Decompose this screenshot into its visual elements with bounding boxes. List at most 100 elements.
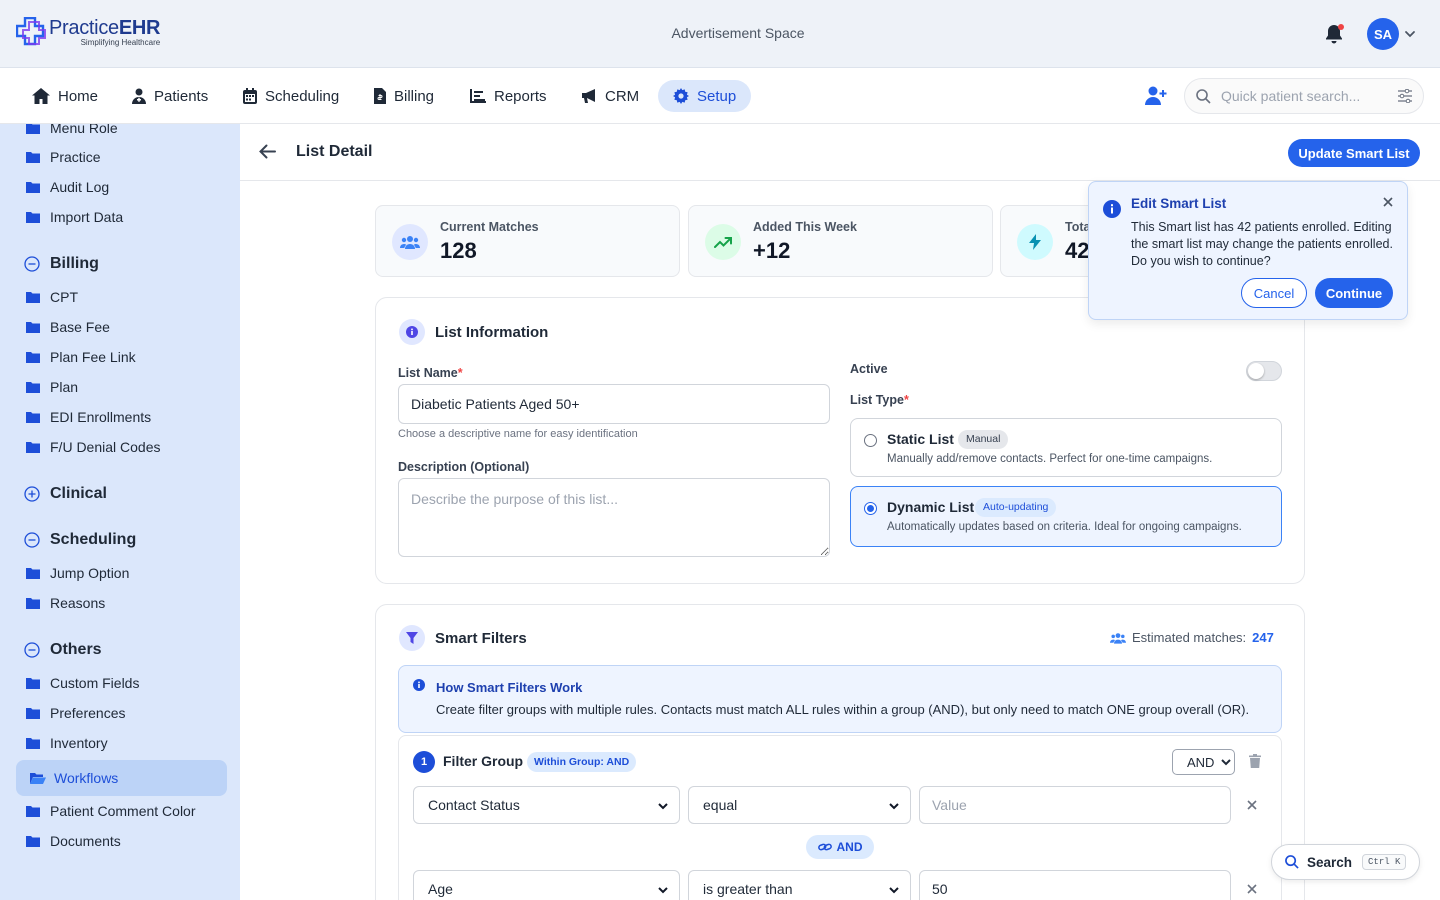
card-title-list-information: List Information <box>399 319 548 345</box>
sidebar-item-label: Import Data <box>50 209 124 225</box>
sidebar-item-label: CPT <box>50 289 78 305</box>
quick-patient-search[interactable] <box>1184 78 1424 114</box>
users-icon <box>1110 632 1126 644</box>
chevron-down-icon[interactable] <box>1404 28 1416 40</box>
sidebar-item-import-data[interactable]: Import Data <box>26 206 123 228</box>
rule-value-input[interactable] <box>919 870 1231 900</box>
folder-icon <box>26 212 40 223</box>
description-textarea[interactable] <box>398 478 830 557</box>
sidebar-item-fu-denial-codes[interactable]: F/U Denial Codes <box>26 436 161 458</box>
add-user-icon[interactable] <box>1145 86 1167 106</box>
nav-crm[interactable]: CRM <box>566 80 654 112</box>
patient-icon <box>132 88 146 104</box>
dynamic-list-option[interactable]: Dynamic List Auto-updating Automatically… <box>850 486 1282 547</box>
stat-label: Added This Week <box>753 220 857 234</box>
nav-setup[interactable]: Setup <box>658 80 752 112</box>
sidebar-item-label: Audit Log <box>50 179 110 195</box>
list-name-hint: Choose a descriptive name for easy ident… <box>398 428 638 440</box>
sidebar-item-patient-comment-color[interactable]: Patient Comment Color <box>26 800 196 822</box>
nav-home[interactable]: Home <box>17 80 113 112</box>
sidebar-section-billing[interactable]: Billing <box>24 252 99 276</box>
sidebar-item-label: Practice <box>50 149 101 165</box>
group-logic-select[interactable]: AND <box>1172 749 1235 775</box>
nav-scheduling[interactable]: Scheduling <box>228 80 354 112</box>
search-input[interactable] <box>1221 88 1381 104</box>
and-connector[interactable]: AND <box>806 835 874 859</box>
sidebar-section-scheduling[interactable]: Scheduling <box>24 528 136 552</box>
sidebar-section-label: Clinical <box>50 485 107 502</box>
sidebar-item-label: Base Fee <box>50 319 110 335</box>
remove-rule-icon[interactable] <box>1247 884 1257 894</box>
sidebar-item-base-fee[interactable]: Base Fee <box>26 316 110 338</box>
rule-value-input[interactable] <box>919 786 1231 824</box>
sidebar-item-cpt[interactable]: CPT <box>26 286 78 308</box>
filter-sliders-icon[interactable] <box>1397 89 1413 103</box>
sidebar-item-custom-fields[interactable]: Custom Fields <box>26 672 139 694</box>
sidebar-item-documents[interactable]: Documents <box>26 830 121 852</box>
sidebar-item-plan-fee-link[interactable]: Plan Fee Link <box>26 346 136 368</box>
popover-message: This Smart list has 42 patients enrolled… <box>1131 220 1393 268</box>
description-label: Description (Optional) <box>398 460 530 474</box>
sidebar-item-preferences[interactable]: Preferences <box>26 702 125 724</box>
sidebar-item-plan[interactable]: Plan <box>26 376 78 398</box>
continue-button[interactable]: Continue <box>1315 278 1393 308</box>
rule-operator-select[interactable]: equal <box>688 786 911 824</box>
nav-billing-label: Billing <box>394 87 435 105</box>
sidebar-item-audit-log[interactable]: Audit Log <box>26 176 109 198</box>
setup-sidebar: Menu Role Practice Audit Log Import Data… <box>0 124 240 900</box>
stat-value: 128 <box>440 238 477 263</box>
expand-plus-icon <box>24 486 40 502</box>
sidebar-item-jump-option[interactable]: Jump Option <box>26 562 129 584</box>
dynamic-list-radio[interactable] <box>864 502 877 515</box>
users-icon <box>392 224 428 260</box>
static-list-radio[interactable] <box>864 434 877 447</box>
sidebar-section-others[interactable]: Others <box>24 638 102 662</box>
stat-added-this-week: Added This Week +12 <box>688 205 993 277</box>
trash-icon[interactable] <box>1249 754 1261 768</box>
chevron-down-icon <box>889 887 899 894</box>
update-smart-list-button[interactable]: Update Smart List <box>1288 139 1420 167</box>
smart-filters-info-box: How Smart Filters Work Create filter gro… <box>398 665 1282 733</box>
rule-field-select[interactable]: Contact Status <box>413 786 680 824</box>
cancel-button[interactable]: Cancel <box>1241 278 1307 308</box>
nav-billing[interactable]: Billing <box>359 80 449 112</box>
sidebar-item-menu-role[interactable]: Menu Role <box>26 124 118 139</box>
sidebar-item-workflows[interactable]: Workflows <box>16 760 227 796</box>
sidebar-item-reasons[interactable]: Reasons <box>26 592 105 614</box>
collapse-minus-icon <box>24 642 40 658</box>
sidebar-item-label: Documents <box>50 833 121 849</box>
close-icon[interactable] <box>1383 197 1393 207</box>
sidebar-section-clinical[interactable]: Clinical <box>24 482 107 506</box>
list-name-input[interactable] <box>398 384 830 424</box>
sidebar-item-label: Plan <box>50 379 79 395</box>
list-type-label: List Type* <box>850 393 909 407</box>
rule-field-select[interactable]: Age <box>413 870 680 900</box>
page-title: List Detail <box>296 143 373 160</box>
user-avatar[interactable]: SA <box>1367 18 1399 50</box>
trending-up-icon <box>705 224 741 260</box>
sidebar-item-label: Jump Option <box>50 565 130 581</box>
chart-icon <box>470 89 486 103</box>
sidebar-item-label: EDI Enrollments <box>50 409 152 425</box>
chevron-down-icon <box>658 887 668 894</box>
collapse-minus-icon <box>24 532 40 548</box>
nav-patients[interactable]: Patients <box>117 80 223 112</box>
sidebar-item-inventory[interactable]: Inventory <box>26 732 108 754</box>
keyboard-shortcut: Ctrl K <box>1362 854 1407 870</box>
option-badge: Auto-updating <box>975 498 1057 517</box>
active-toggle[interactable] <box>1246 361 1282 381</box>
info-icon <box>1103 200 1121 218</box>
folder-icon <box>26 412 40 423</box>
folder-icon <box>26 124 40 134</box>
stat-value: +12 <box>753 238 791 263</box>
static-list-option[interactable]: Static List Manual Manually add/remove c… <box>850 418 1282 477</box>
card-title-text: List Information <box>435 323 549 341</box>
remove-rule-icon[interactable] <box>1247 800 1257 810</box>
back-arrow-icon[interactable] <box>259 144 276 159</box>
nav-reports[interactable]: Reports <box>455 80 562 112</box>
sidebar-item-edi-enrollments[interactable]: EDI Enrollments <box>26 406 151 428</box>
floating-search-button[interactable]: Search Ctrl K <box>1271 844 1420 880</box>
sidebar-item-practice[interactable]: Practice <box>26 146 101 168</box>
rule-operator-select[interactable]: is greater than <box>688 870 911 900</box>
rule-field-value: Age <box>428 881 453 897</box>
